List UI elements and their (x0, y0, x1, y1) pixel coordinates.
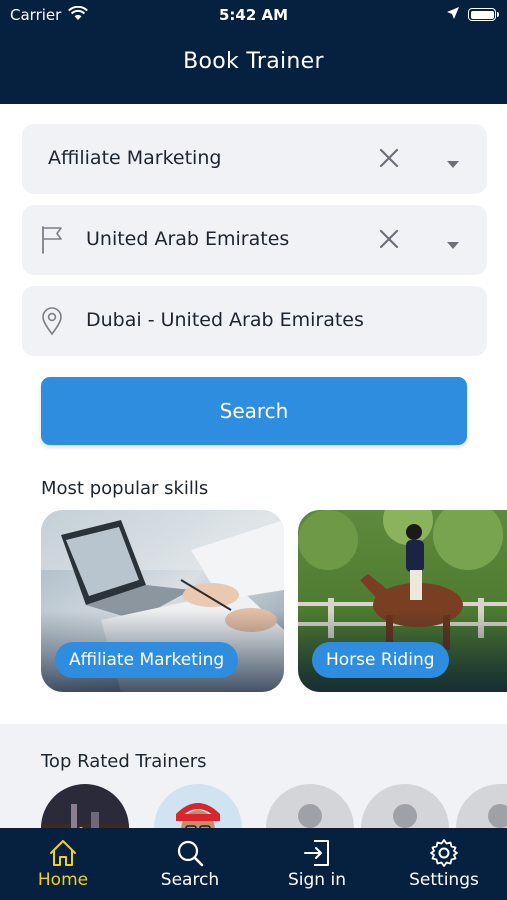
search-icon (177, 840, 204, 867)
city-select-value: Dubai - United Arab Emirates (86, 309, 364, 331)
skill-select-value: Affiliate Marketing (48, 147, 222, 169)
skill-card-horse-riding[interactable]: Horse Riding (298, 510, 507, 692)
country-select-value: United Arab Emirates (86, 228, 290, 250)
location-pin-icon (40, 306, 64, 336)
tab-bar: Home Search Sign in Settings (0, 828, 507, 900)
status-bar: Carrier 5:42 AM (0, 0, 507, 30)
skill-card-affiliate-marketing[interactable]: Affiliate Marketing (41, 510, 284, 692)
status-time: 5:42 AM (218, 6, 289, 24)
chevron-down-icon[interactable] (446, 154, 460, 168)
search-button[interactable]: Search (41, 377, 467, 445)
clear-skill-icon[interactable] (378, 147, 400, 169)
skill-card-label: Affiliate Marketing (55, 642, 239, 678)
header: Carrier 5:42 AM Book Trainer (0, 0, 507, 104)
sign-in-icon (304, 840, 329, 866)
gear-icon (430, 839, 458, 867)
city-select[interactable]: Dubai - United Arab Emirates (22, 286, 487, 356)
flag-icon (40, 225, 64, 255)
search-panel: Affiliate Marketing United Arab Emirates (0, 104, 507, 724)
battery-icon (468, 8, 499, 21)
tab-settings[interactable]: Settings (381, 828, 507, 900)
page-title: Book Trainer (183, 49, 324, 74)
tab-search-label: Search (160, 870, 220, 890)
skill-select[interactable]: Affiliate Marketing (22, 124, 487, 194)
country-select[interactable]: United Arab Emirates (22, 205, 487, 275)
skill-card-label: Horse Riding (312, 642, 449, 678)
tab-search[interactable]: Search (127, 828, 253, 900)
chevron-down-icon[interactable] (446, 235, 460, 249)
tab-home[interactable]: Home (0, 828, 126, 900)
tab-sign-in-label: Sign in (288, 870, 346, 890)
tab-settings-label: Settings (409, 870, 479, 890)
tab-sign-in[interactable]: Sign in (254, 828, 380, 900)
clear-country-icon[interactable] (378, 228, 400, 250)
tab-home-label: Home (37, 870, 89, 890)
top-trainers-title: Top Rated Trainers (41, 751, 207, 772)
location-arrow-icon (446, 6, 460, 24)
home-icon (50, 840, 76, 866)
popular-skills-title: Most popular skills (41, 478, 209, 499)
